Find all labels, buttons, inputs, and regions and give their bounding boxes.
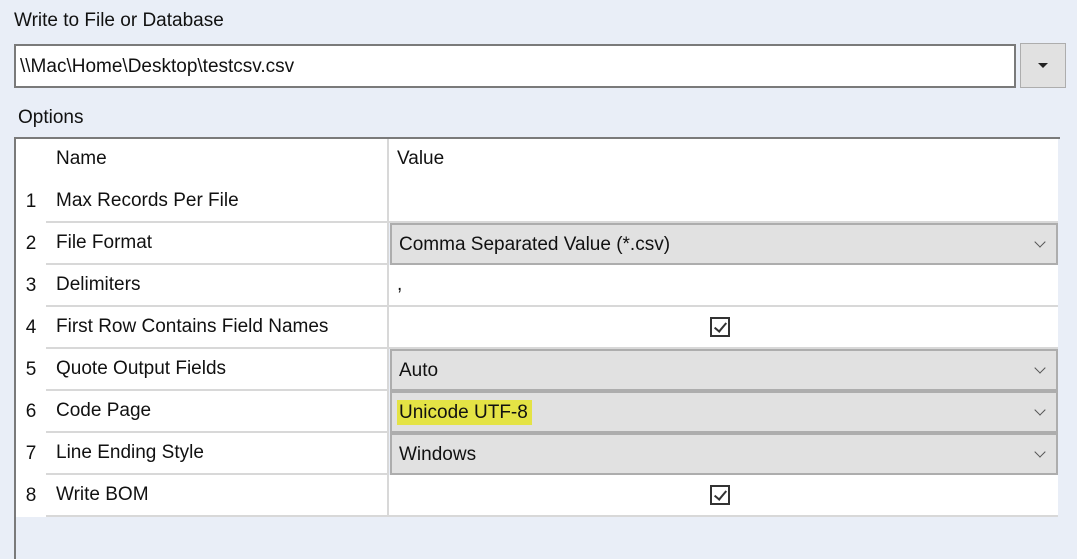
output-dropdown-button[interactable] <box>1020 43 1066 88</box>
value-cell <box>389 307 1058 349</box>
table-row: 7 Line Ending Style Windows <box>16 433 1058 475</box>
quote-output-select[interactable]: Auto <box>390 349 1058 391</box>
value-cell <box>389 475 1058 517</box>
option-name: Write BOM <box>46 475 389 517</box>
caret-down-icon <box>1038 63 1048 68</box>
chevron-down-icon <box>1034 404 1046 416</box>
option-name: Code Page <box>46 391 389 433</box>
chevron-down-icon <box>1034 362 1046 374</box>
code-page-select[interactable]: Unicode UTF-8 <box>390 391 1058 433</box>
option-name: Max Records Per File <box>46 181 389 223</box>
chevron-down-icon <box>1034 236 1046 248</box>
chevron-down-icon <box>1034 446 1046 458</box>
select-value: Windows <box>399 444 477 465</box>
file-format-select[interactable]: Comma Separated Value (*.csv) <box>390 223 1058 265</box>
row-number: 2 <box>16 223 46 265</box>
max-records-input[interactable] <box>389 181 1058 223</box>
options-label: Options <box>18 107 84 128</box>
delimiters-input[interactable]: , <box>389 265 1058 307</box>
row-number: 6 <box>16 391 46 433</box>
table-row: 8 Write BOM <box>16 475 1058 517</box>
row-number: 3 <box>16 265 46 307</box>
column-header-name: Name <box>46 139 389 181</box>
output-label: Write to File or Database <box>14 10 224 31</box>
table-row: 6 Code Page Unicode UTF-8 <box>16 391 1058 433</box>
row-number: 1 <box>16 181 46 223</box>
row-number: 5 <box>16 349 46 391</box>
output-path-value: \\Mac\Home\Desktop\testcsv.csv <box>20 56 295 77</box>
write-bom-checkbox[interactable] <box>710 485 730 505</box>
table-row: 2 File Format Comma Separated Value (*.c… <box>16 223 1058 265</box>
column-header-value: Value <box>389 139 1058 181</box>
first-row-field-names-checkbox[interactable] <box>710 317 730 337</box>
options-grid: Name Value 1 Max Records Per File 2 File… <box>14 137 1060 559</box>
select-value: Auto <box>399 360 439 381</box>
row-number: 7 <box>16 433 46 475</box>
line-ending-select[interactable]: Windows <box>390 433 1058 475</box>
table-row: 3 Delimiters , <box>16 265 1058 307</box>
option-name: Line Ending Style <box>46 433 389 475</box>
output-path-input[interactable]: \\Mac\Home\Desktop\testcsv.csv <box>14 44 1016 88</box>
option-name: File Format <box>46 223 389 265</box>
table-row: 5 Quote Output Fields Auto <box>16 349 1058 391</box>
row-number: 4 <box>16 307 46 349</box>
grid-header: Name Value <box>16 139 1058 181</box>
row-number: 8 <box>16 475 46 517</box>
option-name: Quote Output Fields <box>46 349 389 391</box>
option-name: Delimiters <box>46 265 389 307</box>
table-row: 4 First Row Contains Field Names <box>16 307 1058 349</box>
option-name: First Row Contains Field Names <box>46 307 389 349</box>
select-value: Comma Separated Value (*.csv) <box>399 234 671 255</box>
table-row: 1 Max Records Per File <box>16 181 1058 223</box>
select-value: Unicode UTF-8 <box>397 400 532 425</box>
